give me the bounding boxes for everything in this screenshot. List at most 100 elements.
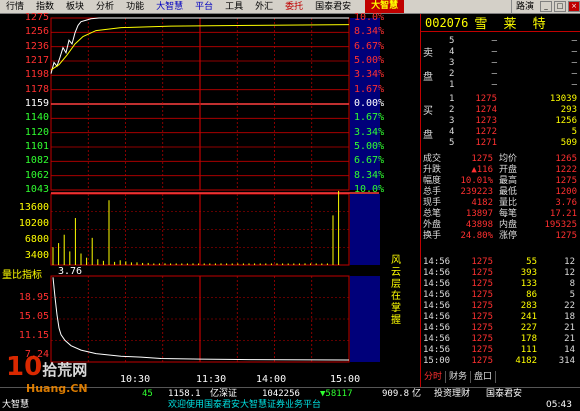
order-level: 2 [449, 69, 455, 79]
tick-time: 14:56 [423, 268, 451, 278]
minimize-icon[interactable]: _ [540, 1, 552, 12]
tick-price: 1275 [471, 290, 493, 300]
percent-tick-label: 5.00% [354, 141, 385, 152]
order-level: 3 [449, 116, 455, 126]
tick-row: 15:00 1275 4182 314 [421, 356, 580, 366]
chart-panel[interactable]: 1275 1256 1236 1217 1198 1178 1159 1140 1120 1101… [0, 12, 420, 374]
percent-tick-label: 10.0% [354, 12, 385, 23]
indicator-title: 量比指标 [2, 270, 42, 281]
tick-count: 12 [564, 257, 575, 267]
menu-item-tools[interactable]: 工具 [219, 0, 249, 14]
buy-side-label: 盘 [423, 130, 433, 141]
tick-row: 14:56 1275 283 22 [421, 301, 580, 311]
order-level: 5 [449, 36, 455, 46]
stat-label: 量比 [499, 198, 518, 208]
stat-label: 外盘 [423, 220, 442, 230]
order-level: 2 [449, 105, 455, 115]
maximize-icon[interactable]: □ [554, 1, 566, 12]
indicator-tick-label: 18.95 [18, 292, 49, 303]
percent-tick-label: 8.34% [354, 169, 385, 181]
order-volume: — [571, 80, 577, 90]
volume-tick-label: 13600 [18, 202, 49, 213]
price-tick-label: 1178 [24, 83, 49, 95]
stat-label: 开盘 [499, 165, 518, 175]
buy-order-row: 2 1274 293 [421, 105, 580, 115]
sell-side-label: 盘 [423, 72, 433, 83]
tick-time: 14:56 [423, 312, 451, 322]
sell-order-row: 4 — — [421, 47, 580, 57]
menu-item-analysis[interactable]: 分析 [90, 0, 120, 14]
tick-count: 22 [564, 301, 575, 311]
tick-time: 14:56 [423, 345, 451, 355]
price-tick-label: 1101 [24, 141, 49, 152]
percent-tick-label: 1.67% [354, 83, 385, 95]
stat-value: 1222 [555, 165, 577, 175]
stat-label: 均价 [499, 154, 518, 164]
tick-time: 14:56 [423, 290, 451, 300]
stat-label: 现手 [423, 198, 442, 208]
tick-time: 14:56 [423, 334, 451, 344]
sell-order-row: 3 — — [421, 58, 580, 68]
price-tick-label: 1256 [24, 26, 49, 38]
menu-item-trade[interactable]: 委托 [279, 0, 309, 14]
time-label: 11:30 [196, 374, 227, 385]
tick-price: 1275 [471, 301, 493, 311]
tick-volume: 241 [520, 312, 537, 322]
close-icon[interactable]: × [568, 1, 580, 12]
percent-tick-label: 1.67% [354, 112, 385, 124]
menu-item-sector[interactable]: 板块 [60, 0, 90, 14]
tab-orderbook[interactable]: 盘口 [471, 371, 497, 383]
tick-count: 5 [569, 290, 575, 300]
buy-order-row: 5 1271 509 [421, 138, 580, 148]
stat-value: 13897 [465, 209, 493, 219]
menu-item-platform[interactable]: 平台 [189, 0, 219, 14]
order-volume: — [571, 58, 577, 68]
order-price: 1273 [475, 116, 497, 126]
stat-value: 1275 [555, 231, 577, 241]
stat-label: 成交 [423, 154, 442, 164]
menu-item-broker[interactable]: 国泰君安 [309, 0, 357, 14]
stat-label: 总手 [423, 187, 442, 197]
stat-value: 4182 [471, 198, 493, 208]
volume-tick-label: 3400 [24, 250, 49, 261]
stat-value: 195325 [544, 220, 577, 230]
watermark-logo: 10拾荒网 Huang.CN [6, 352, 88, 395]
order-price: — [491, 36, 497, 46]
tick-row: 14:56 1275 133 8 [421, 279, 580, 289]
order-price: — [491, 80, 497, 90]
buy-order-row: 4 1272 5 [421, 127, 580, 137]
menu-item-forex[interactable]: 外汇 [249, 0, 279, 14]
tick-price: 1275 [471, 356, 493, 366]
buy-order-row: 1 1275 13039 [421, 94, 580, 104]
stat-value: 24.80% [460, 231, 493, 241]
order-price: — [491, 47, 497, 57]
app-label: 大智慧 [2, 400, 30, 410]
order-volume: 1256 [555, 116, 577, 126]
tick-volume: 111 [520, 345, 537, 355]
tick-time: 15:00 [423, 356, 451, 366]
menu-bar: 行情 指数 板块 分析 功能 大智慧 平台 工具 外汇 委托 国泰君安 大智慧 … [0, 0, 580, 14]
menu-item-function[interactable]: 功能 [120, 0, 150, 14]
percent-tick-label: 3.34% [354, 69, 385, 81]
order-price: 1272 [475, 127, 497, 137]
tick-row: 14:56 1275 111 14 [421, 345, 580, 355]
tab-financials[interactable]: 财务 [446, 371, 472, 383]
clock: 05:43 [546, 400, 572, 410]
buy-side-label: 买 [423, 106, 433, 117]
time-label: 15:00 [330, 374, 361, 385]
stat-label: 最高 [499, 176, 518, 186]
route-button[interactable]: 路演 [510, 0, 538, 14]
price-tick-label: 1275 [24, 12, 49, 23]
stat-row: 幅度 10.01% 最高 1275 [421, 176, 580, 187]
tick-price: 1275 [471, 268, 493, 278]
percent-tick-label: 10.0% [354, 184, 385, 195]
tick-count: 12 [564, 268, 575, 278]
tab-intraday[interactable]: 分时 [421, 371, 447, 383]
tick-row: 14:56 1275 241 18 [421, 312, 580, 322]
tick-volume: 4182 [515, 356, 537, 366]
stat-value: 10.01% [460, 176, 493, 186]
stat-label: 换手 [423, 231, 442, 241]
menu-item-dzh[interactable]: 大智慧 [150, 0, 189, 14]
quote-panel: 002076 雪 莱 特 5— —4— —3— —2— —1— — 卖盘 1 1275 13039… [420, 14, 580, 387]
stat-value: 43898 [465, 220, 493, 230]
